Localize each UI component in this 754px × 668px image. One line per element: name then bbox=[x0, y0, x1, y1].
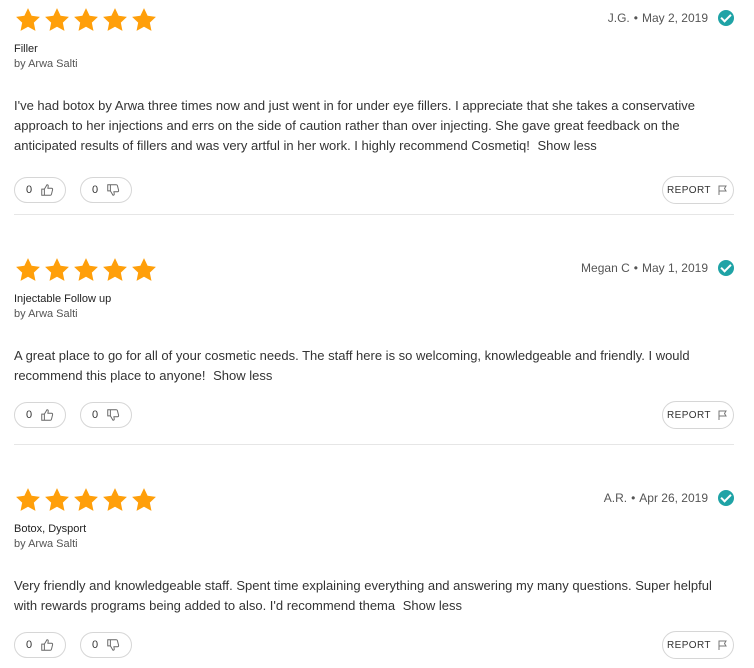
star-icon bbox=[103, 258, 127, 281]
star-icon bbox=[132, 8, 156, 31]
show-less-link[interactable]: Show less bbox=[213, 368, 272, 383]
unhelpful-count: 0 bbox=[92, 184, 99, 196]
report-label: REPORT bbox=[667, 409, 711, 421]
star-icon bbox=[132, 488, 156, 511]
helpful-count: 0 bbox=[26, 184, 33, 196]
star-icon bbox=[45, 488, 69, 511]
verified-check-icon bbox=[718, 10, 734, 26]
review-meta: Megan C • May 1, 2019 bbox=[581, 260, 734, 276]
review-title: Injectable Follow up bbox=[14, 293, 112, 305]
review-card: J.G. • May 2, 2019 Filler by Arwa Salti I'… bbox=[14, 6, 734, 206]
star-rating bbox=[14, 256, 158, 284]
review-text: A great place to go for all of your cosm… bbox=[14, 348, 690, 383]
star-icon bbox=[45, 8, 69, 31]
star-icon bbox=[16, 258, 40, 281]
review-author: J.G. bbox=[607, 11, 630, 25]
star-icon bbox=[16, 488, 40, 511]
helpful-count: 0 bbox=[26, 409, 33, 421]
report-button[interactable]: REPORT bbox=[662, 631, 734, 659]
helpful-button[interactable]: 0 bbox=[14, 632, 66, 658]
review-provider: by Arwa Salti bbox=[14, 538, 78, 550]
unhelpful-count: 0 bbox=[92, 639, 99, 651]
show-less-link[interactable]: Show less bbox=[538, 138, 597, 153]
thumbs-up-icon bbox=[41, 184, 54, 196]
thumbs-down-icon bbox=[107, 639, 120, 651]
review-card: Megan C • May 1, 2019 Injectable Follow up… bbox=[14, 256, 734, 436]
review-date: Apr 26, 2019 bbox=[639, 491, 708, 505]
star-icon bbox=[16, 8, 40, 31]
thumbs-up-icon bbox=[41, 639, 54, 651]
unhelpful-button[interactable]: 0 bbox=[80, 177, 132, 203]
star-rating bbox=[14, 486, 158, 514]
review-author: Megan C bbox=[581, 261, 630, 275]
verified-check-icon bbox=[718, 260, 734, 276]
review-body: A great place to go for all of your cosm… bbox=[14, 346, 734, 386]
unhelpful-count: 0 bbox=[92, 409, 99, 421]
verified-check-icon bbox=[718, 490, 734, 506]
review-provider: by Arwa Salti bbox=[14, 308, 78, 320]
helpful-button[interactable]: 0 bbox=[14, 177, 66, 203]
flag-icon bbox=[718, 185, 727, 195]
star-rating bbox=[14, 6, 158, 34]
review-meta: A.R. • Apr 26, 2019 bbox=[604, 490, 734, 506]
helpful-button[interactable]: 0 bbox=[14, 402, 66, 428]
star-icon bbox=[132, 258, 156, 281]
show-less-link[interactable]: Show less bbox=[403, 598, 462, 613]
unhelpful-button[interactable]: 0 bbox=[80, 402, 132, 428]
flag-icon bbox=[718, 410, 727, 420]
report-button[interactable]: REPORT bbox=[662, 176, 734, 204]
thumbs-down-icon bbox=[107, 184, 120, 196]
review-title: Filler bbox=[14, 43, 38, 55]
review-body: I've had botox by Arwa three times now a… bbox=[14, 96, 734, 156]
thumbs-down-icon bbox=[107, 409, 120, 421]
star-icon bbox=[103, 8, 127, 31]
review-provider: by Arwa Salti bbox=[14, 58, 78, 70]
divider bbox=[14, 214, 734, 215]
review-title: Botox, Dysport bbox=[14, 523, 87, 535]
report-button[interactable]: REPORT bbox=[662, 401, 734, 429]
divider bbox=[14, 444, 734, 445]
thumbs-up-icon bbox=[41, 409, 54, 421]
flag-icon bbox=[718, 640, 727, 650]
review-date: May 1, 2019 bbox=[641, 261, 708, 275]
review-meta: J.G. • May 2, 2019 bbox=[608, 10, 734, 26]
star-icon bbox=[74, 8, 98, 31]
review-date: May 2, 2019 bbox=[641, 11, 708, 25]
review-body: Very friendly and knowledgeable staff. S… bbox=[14, 576, 734, 616]
report-label: REPORT bbox=[667, 639, 711, 651]
review-author: A.R. bbox=[603, 491, 628, 505]
review-card: A.R. • Apr 26, 2019 Botox, Dysport by Arwa… bbox=[14, 486, 734, 666]
unhelpful-button[interactable]: 0 bbox=[80, 632, 132, 658]
star-icon bbox=[74, 488, 98, 511]
helpful-count: 0 bbox=[26, 639, 33, 651]
review-text: Very friendly and knowledgeable staff. S… bbox=[14, 578, 712, 613]
report-label: REPORT bbox=[667, 184, 711, 196]
star-icon bbox=[103, 488, 127, 511]
star-icon bbox=[74, 258, 98, 281]
star-icon bbox=[45, 258, 69, 281]
